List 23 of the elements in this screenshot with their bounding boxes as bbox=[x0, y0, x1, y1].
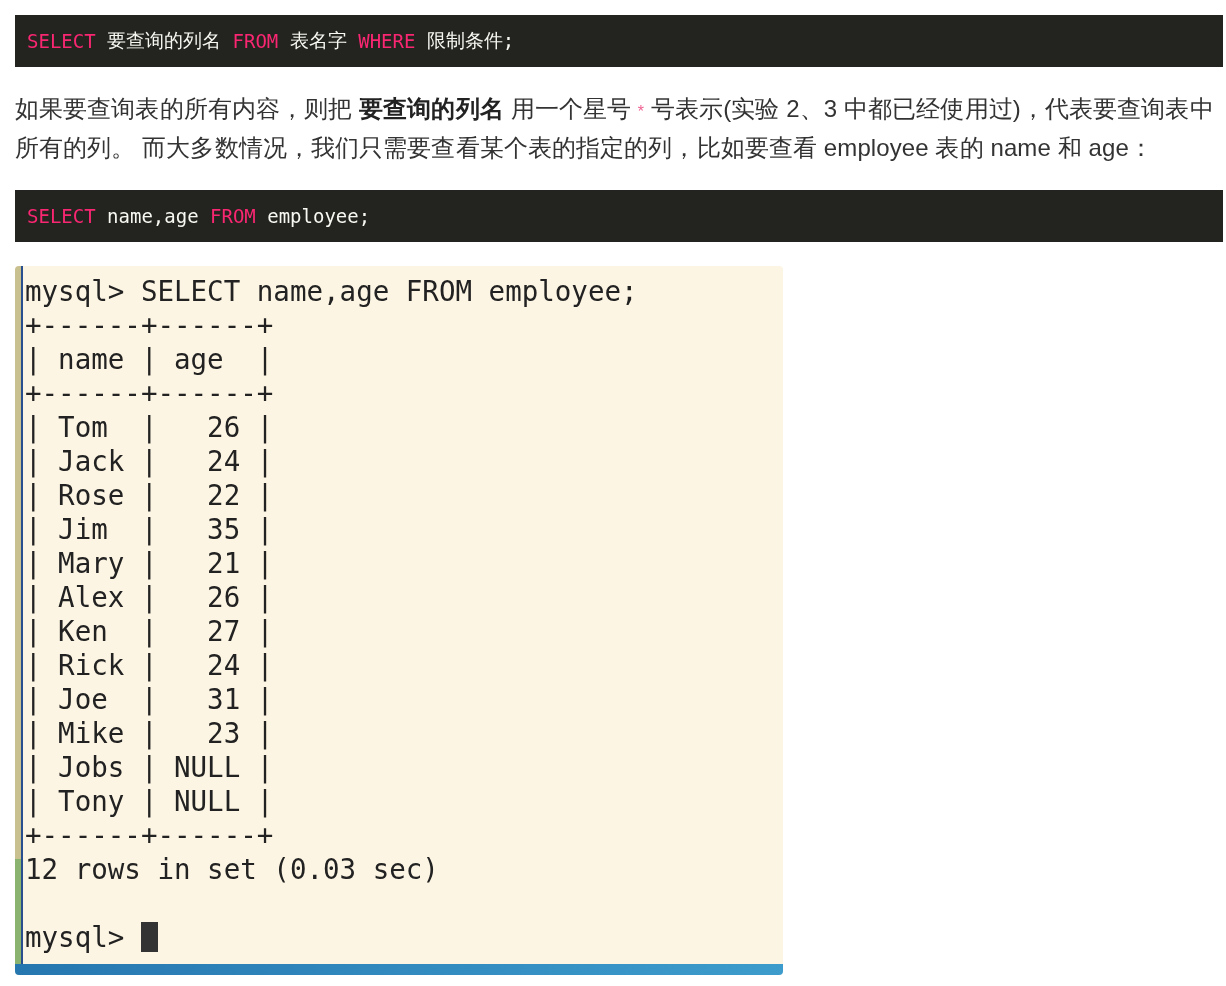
terminal-line: | Tom | 26 | bbox=[25, 410, 275, 444]
terminal-line: mysql> SELECT name,age FROM employee; bbox=[25, 274, 638, 308]
terminal-line: +------+------+ bbox=[25, 376, 275, 410]
terminal-line: | Jobs | NULL | bbox=[25, 750, 275, 784]
terminal-line: | Mary | 21 | bbox=[25, 546, 275, 580]
terminal-line: +------+------+ bbox=[25, 818, 275, 852]
terminal-line: | Tony | NULL | bbox=[25, 784, 275, 818]
terminal-line: | Jim | 35 | bbox=[25, 512, 275, 546]
code-block: SELECT name,age FROM employee; bbox=[15, 190, 1223, 242]
terminal-line: | Alex | 26 | bbox=[25, 580, 275, 614]
terminal-line: | name | age | bbox=[25, 342, 275, 376]
terminal-line: | Joe | 31 | bbox=[25, 682, 275, 716]
terminal-line: | Jack | 24 | bbox=[25, 444, 275, 478]
terminal-line: | Rick | 24 | bbox=[25, 648, 275, 682]
terminal-line: 12 rows in set (0.03 sec) bbox=[25, 852, 440, 886]
cursor-icon bbox=[141, 922, 159, 952]
paragraph: 如果要查询表的所有内容，则把 要查询的列名 用一个星号 * 号表示(实验 2、3 中都已经使用过)，代表要查询表中所有的列。 而大多数情况，我们只需要查看某个表的指定的列，比如要查看 employee 表的 name 和 age： bbox=[15, 94, 1215, 163]
terminal-prompt: mysql> bbox=[25, 920, 125, 954]
terminal-line: +------+------+ bbox=[25, 308, 275, 342]
code-block: SELECT 要查询的列名 FROM 表名字 WHERE 限制条件; bbox=[15, 15, 1223, 67]
terminal-line: | Ken | 27 | bbox=[25, 614, 275, 648]
terminal-line: | Mike | 23 | bbox=[25, 716, 275, 750]
terminal-line: | Rose | 22 | bbox=[25, 478, 275, 512]
